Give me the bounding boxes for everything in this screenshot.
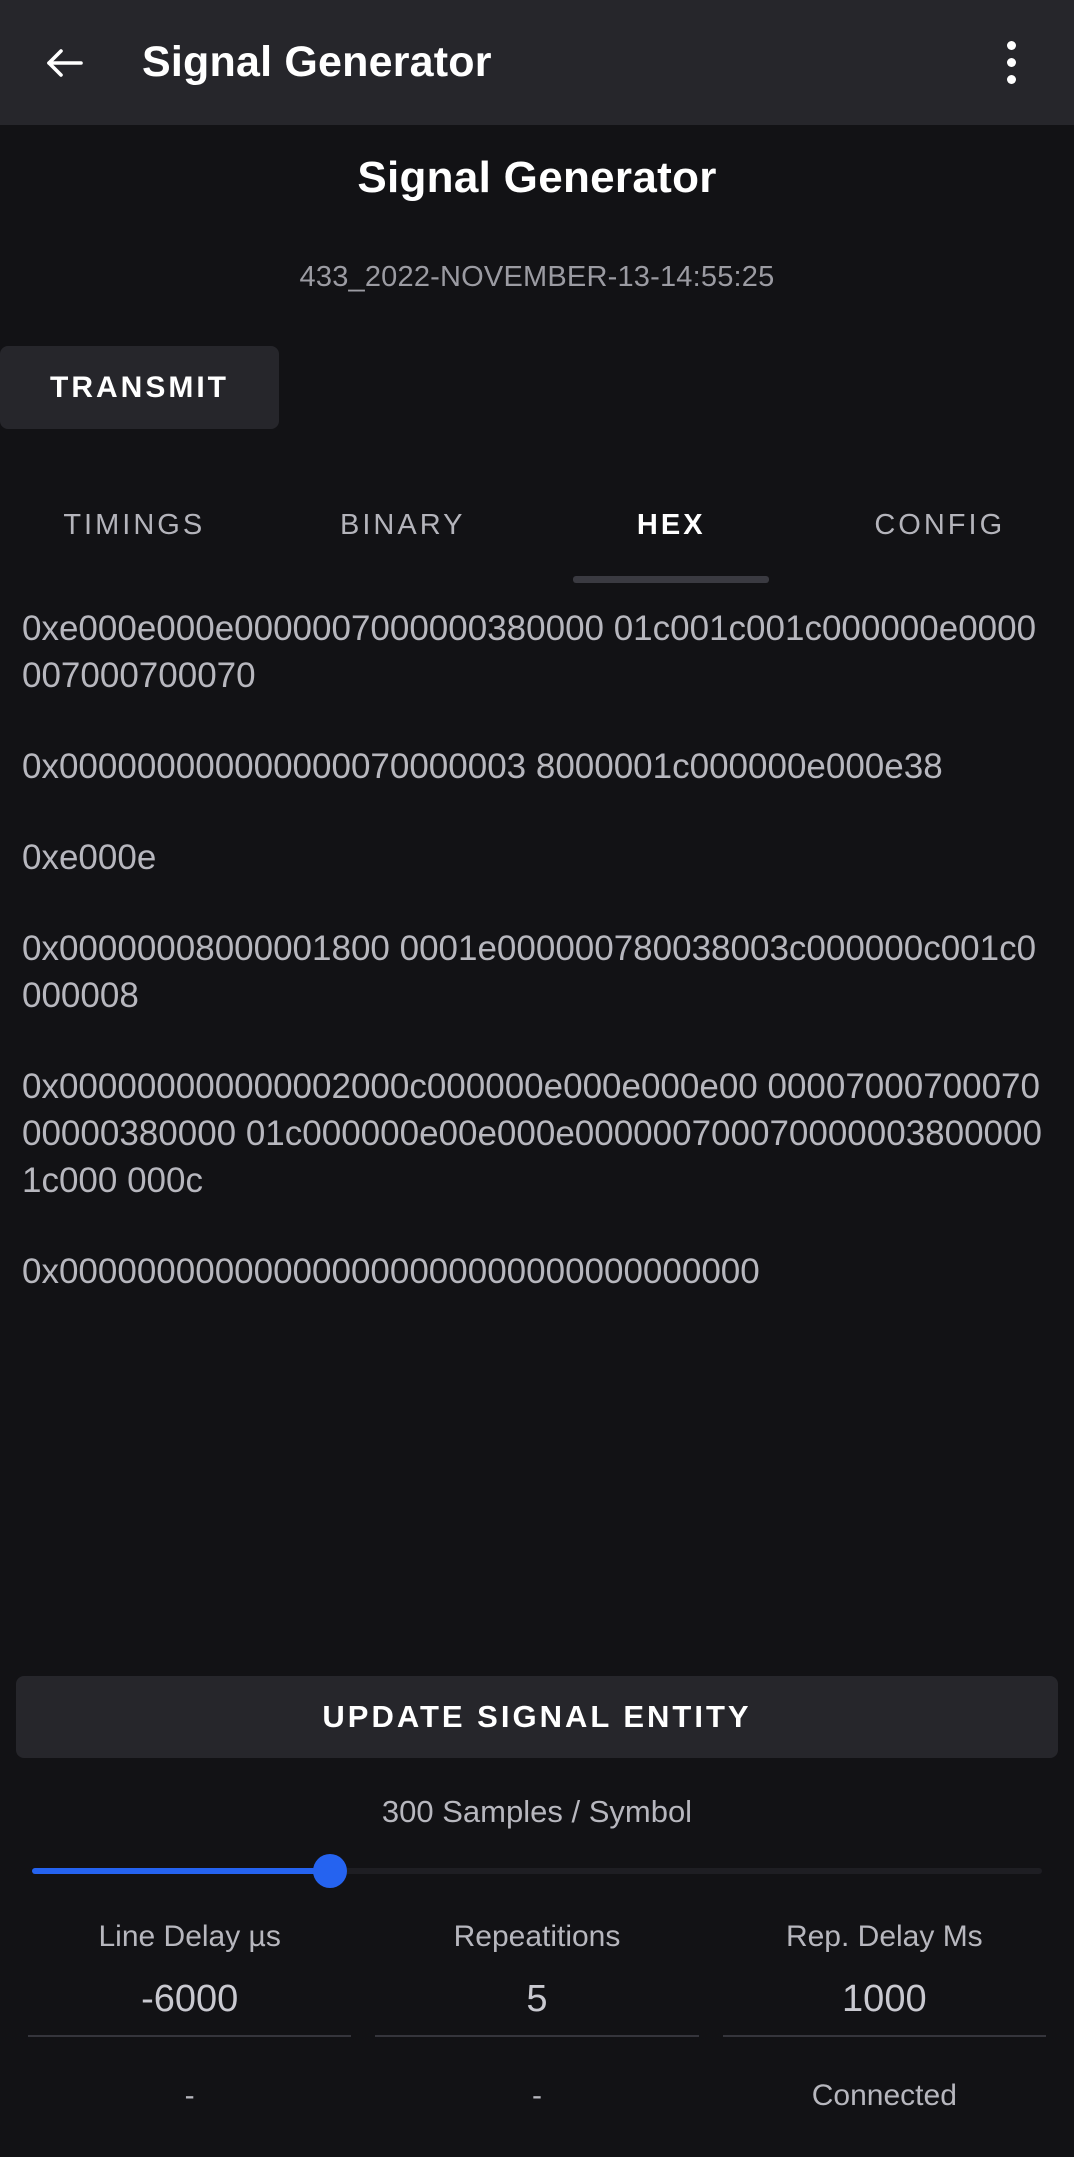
tab-label: HEX (636, 508, 706, 541)
page-header: Signal Generator 433_2022-NOVEMBER-13-14… (0, 125, 1074, 294)
line-delay-input[interactable]: -6000 (28, 1978, 352, 2037)
tab-indicator (573, 576, 770, 583)
tab-hex[interactable]: HEX (537, 475, 806, 583)
hex-line: 0xe000e000e0000007000000380000 01c001c00… (22, 609, 1037, 695)
connection-status: Connected (811, 2079, 957, 2112)
field-rep-delay: Rep. Delay Ms 1000 (711, 1920, 1058, 2037)
more-vertical-icon-dot (1006, 58, 1016, 67)
field-label: Repeatitions (453, 1920, 621, 1953)
slider-track[interactable] (32, 1854, 1042, 1888)
overflow-menu-button[interactable] (978, 26, 1044, 100)
hex-content-scroll[interactable]: 0xe000e000e0000007000000380000 01c001c00… (0, 583, 1074, 1676)
arrow-left-icon (41, 39, 89, 87)
slider-thumb[interactable] (312, 1854, 347, 1888)
status-cell-1: - (184, 2079, 195, 2112)
tab-bar: TIMINGS BINARY HEX CONFIG (0, 475, 1074, 583)
rep-delay-input[interactable]: 1000 (722, 1978, 1046, 2037)
hex-line: 0x000000000000000000000000000000000000 (22, 1252, 760, 1291)
back-button[interactable] (30, 28, 100, 98)
hex-line: 0x000000000000000070000003 8000001c00000… (22, 747, 943, 786)
repeatitions-input[interactable]: 5 (375, 1978, 699, 2037)
tab-binary[interactable]: BINARY (269, 475, 538, 583)
bottom-panel: UPDATE SIGNAL ENTITY 300 Samples / Symbo… (0, 1676, 1074, 2157)
hex-line: 0x000000000000002000c000000e000e000e00 0… (22, 1067, 1042, 1200)
transmit-row: TRANSMIT (0, 346, 1074, 429)
field-line-delay: Line Delay µs -6000 (16, 1920, 363, 2037)
update-signal-entity-button[interactable]: UPDATE SIGNAL ENTITY (16, 1676, 1058, 1758)
hex-line: 0xe000e (22, 838, 157, 877)
status-cell-2: - (531, 2079, 542, 2112)
tab-label: TIMINGS (63, 508, 206, 541)
field-repeatitions: Repeatitions 5 (363, 1920, 710, 2037)
parameter-fields: Line Delay µs -6000 Repeatitions 5 Rep. … (16, 1920, 1058, 2037)
more-vertical-icon-dot (1006, 41, 1016, 50)
page-title: Signal Generator (357, 153, 717, 202)
field-label: Rep. Delay Ms (785, 1920, 983, 1953)
hex-line: 0x00000008000001800 0001e000000780038003… (22, 929, 1037, 1015)
slider-fill (32, 1868, 330, 1874)
tab-label: BINARY (340, 508, 466, 541)
tab-timings[interactable]: TIMINGS (0, 475, 269, 583)
signal-generator-screen: Signal Generator Signal Generator 433_20… (0, 0, 1074, 2157)
more-vertical-icon-dot (1006, 75, 1016, 84)
tab-label: CONFIG (874, 508, 1006, 541)
tab-config[interactable]: CONFIG (806, 475, 1074, 583)
samples-per-symbol-label: 300 Samples / Symbol (381, 1794, 693, 1829)
signal-name-subtitle: 433_2022-NOVEMBER-13-14:55:25 (299, 261, 775, 293)
field-label: Line Delay µs (98, 1920, 281, 1953)
app-bar-title: Signal Generator (142, 38, 492, 86)
samples-per-symbol-slider[interactable] (16, 1836, 1058, 1906)
app-bar: Signal Generator (0, 0, 1074, 125)
status-row: - - Connected (16, 2079, 1058, 2157)
transmit-button[interactable]: TRANSMIT (0, 346, 279, 429)
